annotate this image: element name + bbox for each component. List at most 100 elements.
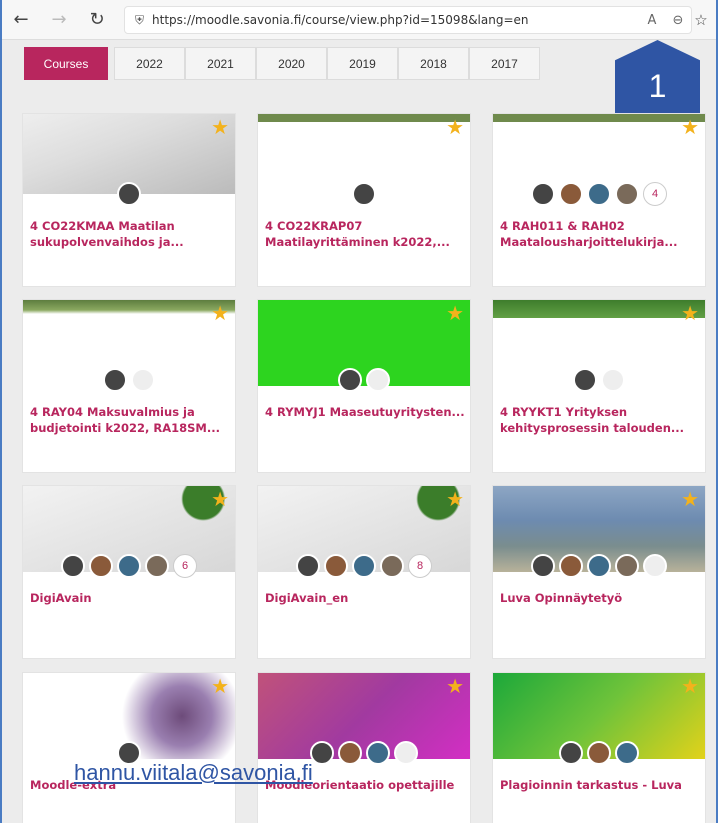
course-title[interactable]: Luva Opinnäytetyö bbox=[500, 590, 700, 606]
avatar[interactable] bbox=[117, 182, 141, 206]
tab-2020[interactable]: 2020 bbox=[256, 47, 327, 80]
participant-avatars: 8 bbox=[258, 554, 470, 578]
course-image bbox=[493, 114, 705, 128]
read-aloud-icon[interactable]: A bbox=[639, 13, 665, 28]
forward-icon[interactable]: → bbox=[44, 5, 74, 35]
participant-avatars bbox=[23, 368, 235, 392]
avatar[interactable] bbox=[89, 554, 113, 578]
avatar-placeholder[interactable] bbox=[366, 368, 390, 392]
star-icon[interactable]: ★ bbox=[681, 490, 699, 510]
course-title[interactable]: 4 RYYKT1 Yrityksen kehitysprosessin talo… bbox=[500, 404, 700, 436]
email-link[interactable]: hannu.viitala@savonia.fi bbox=[74, 760, 313, 786]
star-icon[interactable]: ★ bbox=[211, 118, 229, 138]
course-card[interactable]: ★ 4 CO22KMAA Maatilan sukupolvenvaihdos j… bbox=[22, 113, 236, 287]
participant-avatars bbox=[493, 741, 705, 765]
year-tabs: Courses 2022 2021 2020 2019 2018 2017 bbox=[24, 47, 540, 80]
avatar[interactable] bbox=[531, 554, 555, 578]
avatar[interactable] bbox=[366, 741, 390, 765]
course-title[interactable]: DigiAvain_en bbox=[265, 590, 465, 606]
address-bar[interactable]: ⛨ https://moodle.savonia.fi/course/view.… bbox=[124, 6, 692, 34]
participant-avatars bbox=[258, 182, 470, 206]
course-card[interactable]: ★ 4 CO22KRAP07 Maatilayrittäminen k2022,.… bbox=[257, 113, 471, 287]
avatar[interactable] bbox=[587, 741, 611, 765]
avatar[interactable] bbox=[531, 182, 555, 206]
course-title[interactable]: 4 RYMYJ1 Maaseutuyritysten... bbox=[265, 404, 465, 420]
star-icon[interactable]: ★ bbox=[446, 118, 464, 138]
course-image bbox=[258, 114, 470, 128]
avatar[interactable] bbox=[338, 741, 362, 765]
course-card[interactable]: ★ Moodleorientaatio opettajille bbox=[257, 672, 471, 823]
star-icon[interactable]: ★ bbox=[446, 490, 464, 510]
avatar-placeholder[interactable] bbox=[131, 368, 155, 392]
course-card[interactable]: ★ Plagioinnin tarkastus - Luva bbox=[492, 672, 706, 823]
participant-avatars: 4 bbox=[493, 182, 705, 206]
course-card[interactable]: ★ 4 RAY04 Maksuvalmius ja budjetointi k20… bbox=[22, 299, 236, 473]
course-title[interactable]: DigiAvain bbox=[30, 590, 230, 606]
avatar-placeholder[interactable] bbox=[643, 554, 667, 578]
avatar[interactable] bbox=[324, 554, 348, 578]
avatar[interactable] bbox=[615, 741, 639, 765]
participant-avatars: 6 bbox=[23, 554, 235, 578]
star-icon[interactable]: ★ bbox=[446, 677, 464, 697]
avatar-placeholder[interactable] bbox=[601, 368, 625, 392]
participant-count[interactable]: 4 bbox=[643, 182, 667, 206]
course-card[interactable]: ★ 4 4 RAH011 & RAH02 Maatalousharjoitteluk… bbox=[492, 113, 706, 287]
avatar[interactable] bbox=[61, 554, 85, 578]
participant-avatars bbox=[23, 182, 235, 206]
star-icon[interactable]: ★ bbox=[681, 118, 699, 138]
course-title[interactable]: 4 CO22KMAA Maatilan sukupolvenvaihdos ja… bbox=[30, 218, 230, 250]
avatar[interactable] bbox=[352, 182, 376, 206]
avatar[interactable] bbox=[615, 554, 639, 578]
avatar[interactable] bbox=[338, 368, 362, 392]
tab-2022[interactable]: 2022 bbox=[114, 47, 185, 80]
course-card[interactable]: ★ 4 RYYKT1 Yrityksen kehitysprosessin tal… bbox=[492, 299, 706, 473]
star-icon[interactable]: ★ bbox=[681, 677, 699, 697]
avatar[interactable] bbox=[117, 554, 141, 578]
browser-toolbar: ← → ↻ ⛨ https://moodle.savonia.fi/course… bbox=[2, 0, 716, 40]
tab-2017[interactable]: 2017 bbox=[469, 47, 540, 80]
course-card[interactable]: ★ 6 DigiAvain bbox=[22, 485, 236, 659]
tab-2018[interactable]: 2018 bbox=[398, 47, 469, 80]
star-icon[interactable]: ★ bbox=[446, 304, 464, 324]
tab-2021[interactable]: 2021 bbox=[185, 47, 256, 80]
participant-count[interactable]: 6 bbox=[173, 554, 197, 578]
avatar[interactable] bbox=[380, 554, 404, 578]
avatar[interactable] bbox=[352, 554, 376, 578]
avatar[interactable] bbox=[559, 741, 583, 765]
avatar[interactable] bbox=[145, 554, 169, 578]
course-card[interactable]: ★ 4 RYMYJ1 Maaseutuyritysten... bbox=[257, 299, 471, 473]
lock-icon[interactable]: ⛨ bbox=[135, 13, 144, 28]
avatar-placeholder[interactable] bbox=[394, 741, 418, 765]
avatar[interactable] bbox=[103, 368, 127, 392]
course-title[interactable]: 4 RAH011 & RAH02 Maatalousharjoittelukir… bbox=[500, 218, 700, 250]
avatar[interactable] bbox=[587, 554, 611, 578]
favorite-icon[interactable]: ☆ bbox=[686, 5, 716, 35]
url-text: https://moodle.savonia.fi/course/view.ph… bbox=[152, 13, 529, 27]
course-card[interactable]: ★ 8 DigiAvain_en bbox=[257, 485, 471, 659]
participant-avatars bbox=[258, 368, 470, 392]
course-image bbox=[493, 300, 705, 320]
course-title[interactable]: Plagioinnin tarkastus - Luva bbox=[500, 777, 700, 793]
avatar[interactable] bbox=[559, 554, 583, 578]
star-icon[interactable]: ★ bbox=[681, 304, 699, 324]
avatar[interactable] bbox=[573, 368, 597, 392]
star-icon[interactable]: ★ bbox=[211, 677, 229, 697]
avatar[interactable] bbox=[615, 182, 639, 206]
course-image bbox=[23, 300, 235, 318]
refresh-icon[interactable]: ↻ bbox=[82, 5, 112, 35]
back-icon[interactable]: ← bbox=[6, 5, 36, 35]
course-title[interactable]: 4 CO22KRAP07 Maatilayrittäminen k2022,..… bbox=[265, 218, 465, 250]
star-icon[interactable]: ★ bbox=[211, 304, 229, 324]
avatar[interactable] bbox=[559, 182, 583, 206]
course-title[interactable]: 4 RAY04 Maksuvalmius ja budjetointi k202… bbox=[30, 404, 230, 436]
course-card[interactable]: ★ Luva Opinnäytetyö bbox=[492, 485, 706, 659]
star-icon[interactable]: ★ bbox=[211, 490, 229, 510]
avatar[interactable] bbox=[296, 554, 320, 578]
page: ← → ↻ ⛨ https://moodle.savonia.fi/course… bbox=[0, 0, 718, 823]
tab-courses[interactable]: Courses bbox=[24, 47, 108, 80]
avatar[interactable] bbox=[310, 741, 334, 765]
avatar[interactable] bbox=[587, 182, 611, 206]
participant-count[interactable]: 8 bbox=[408, 554, 432, 578]
course-card[interactable]: ★ Moodle-extra bbox=[22, 672, 236, 823]
tab-2019[interactable]: 2019 bbox=[327, 47, 398, 80]
